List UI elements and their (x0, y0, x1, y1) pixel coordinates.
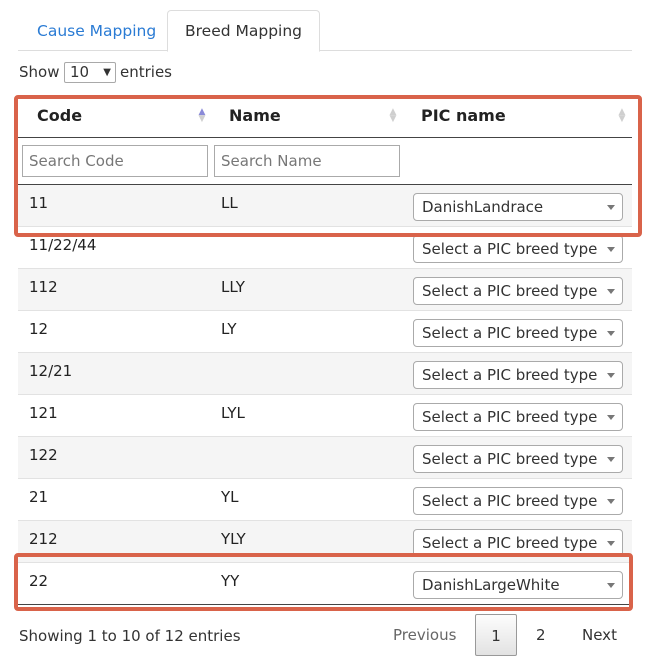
caret-down-icon (607, 415, 615, 420)
pic-breed-select-value: Select a PIC breed type (422, 240, 598, 258)
cell-code: 212 (29, 530, 58, 548)
show-label: Show (19, 63, 60, 81)
caret-down-icon (607, 373, 615, 378)
table-row: 12/21 Select a PIC breed type (18, 353, 632, 395)
caret-down-icon (607, 499, 615, 504)
pic-breed-select[interactable]: Select a PIC breed type (413, 445, 623, 473)
search-code-input[interactable] (22, 145, 208, 177)
cell-name: LY (221, 320, 237, 338)
search-name-input[interactable] (214, 145, 400, 177)
cell-code: 12 (29, 320, 49, 338)
pic-breed-select-value: Select a PIC breed type (422, 492, 598, 510)
cell-name: LYL (221, 404, 245, 422)
breed-mapping-table: 11 LL DanishLandrace 11/22/44 Select a P… (18, 185, 632, 605)
pic-breed-select[interactable]: Select a PIC breed type (413, 235, 623, 263)
cell-name: YL (221, 488, 239, 506)
pic-breed-select[interactable]: Select a PIC breed type (413, 487, 623, 515)
caret-down-icon (607, 457, 615, 462)
table-row: 121 LYL Select a PIC breed type (18, 395, 632, 437)
cell-name: LL (221, 194, 238, 212)
pagination-next[interactable]: Next (570, 614, 629, 656)
table-row: 212 YLY Select a PIC breed type (18, 521, 632, 563)
cell-code: 122 (29, 446, 58, 464)
pic-breed-select[interactable]: Select a PIC breed type (413, 319, 623, 347)
pic-breed-select-value: Select a PIC breed type (422, 450, 598, 468)
caret-down-icon (607, 541, 615, 546)
caret-down-icon (607, 289, 615, 294)
table-row: 11/22/44 Select a PIC breed type (18, 227, 632, 269)
sort-icon: ▲ ▼ (389, 107, 397, 124)
pagination-page-1[interactable]: 1 (475, 614, 517, 656)
pic-breed-select-value: DanishLandrace (422, 198, 544, 216)
pic-breed-select-value: Select a PIC breed type (422, 534, 598, 552)
cell-code: 121 (29, 404, 58, 422)
pic-breed-select[interactable]: DanishLandrace (413, 193, 623, 221)
chevron-down-icon: ▼ (103, 67, 111, 78)
pagination-previous[interactable]: Previous (381, 614, 468, 656)
pic-breed-select[interactable]: Select a PIC breed type (413, 529, 623, 557)
cell-code: 21 (29, 488, 49, 506)
column-header-name[interactable]: Name (229, 95, 281, 137)
table-row: 12 LY Select a PIC breed type (18, 311, 632, 353)
table-row: 122 Select a PIC breed type (18, 437, 632, 479)
header-divider (18, 137, 632, 138)
sort-icon: ▲ ▼ (618, 107, 626, 124)
table-row: 22 YY DanishLargeWhite (18, 563, 632, 605)
tab-cause-mapping[interactable]: Cause Mapping (19, 10, 174, 51)
pic-breed-select-value: DanishLargeWhite (422, 576, 560, 594)
cell-name: YLY (221, 530, 246, 548)
pic-breed-select[interactable]: DanishLargeWhite (413, 571, 623, 599)
caret-down-icon (607, 247, 615, 252)
cell-name: YY (221, 572, 240, 590)
pic-breed-select-value: Select a PIC breed type (422, 366, 598, 384)
pagination-page-2[interactable]: 2 (524, 614, 558, 656)
column-header-code[interactable]: Code (37, 95, 82, 137)
entries-select[interactable]: 10 ▼ (64, 62, 116, 83)
table-bottom-border (18, 604, 632, 605)
cell-name: LLY (221, 278, 245, 296)
entries-select-value: 10 (70, 63, 90, 81)
cell-code: 11 (29, 194, 49, 212)
pic-breed-select[interactable]: Select a PIC breed type (413, 277, 623, 305)
tab-breed-mapping[interactable]: Breed Mapping (167, 10, 321, 52)
tab-bar: Cause Mapping Breed Mapping (18, 10, 632, 52)
table-row: 11 LL DanishLandrace (18, 185, 632, 227)
cell-code: 112 (29, 278, 58, 296)
pic-breed-select-value: Select a PIC breed type (422, 282, 598, 300)
pic-breed-select[interactable]: Select a PIC breed type (413, 403, 623, 431)
cell-code: 11/22/44 (29, 236, 97, 254)
sort-asc-icon: ▲ ▼ (198, 107, 206, 124)
table-info: Showing 1 to 10 of 12 entries (19, 627, 241, 645)
column-header-pic-name[interactable]: PIC name (421, 95, 506, 137)
pic-breed-select[interactable]: Select a PIC breed type (413, 361, 623, 389)
pic-breed-select-value: Select a PIC breed type (422, 324, 598, 342)
entries-label: entries (120, 63, 172, 81)
caret-down-icon (607, 205, 615, 210)
table-row: 21 YL Select a PIC breed type (18, 479, 632, 521)
table-row: 112 LLY Select a PIC breed type (18, 269, 632, 311)
pic-breed-select-value: Select a PIC breed type (422, 408, 598, 426)
caret-down-icon (607, 331, 615, 336)
cell-code: 22 (29, 572, 49, 590)
caret-down-icon (607, 583, 615, 588)
cell-code: 12/21 (29, 362, 73, 380)
